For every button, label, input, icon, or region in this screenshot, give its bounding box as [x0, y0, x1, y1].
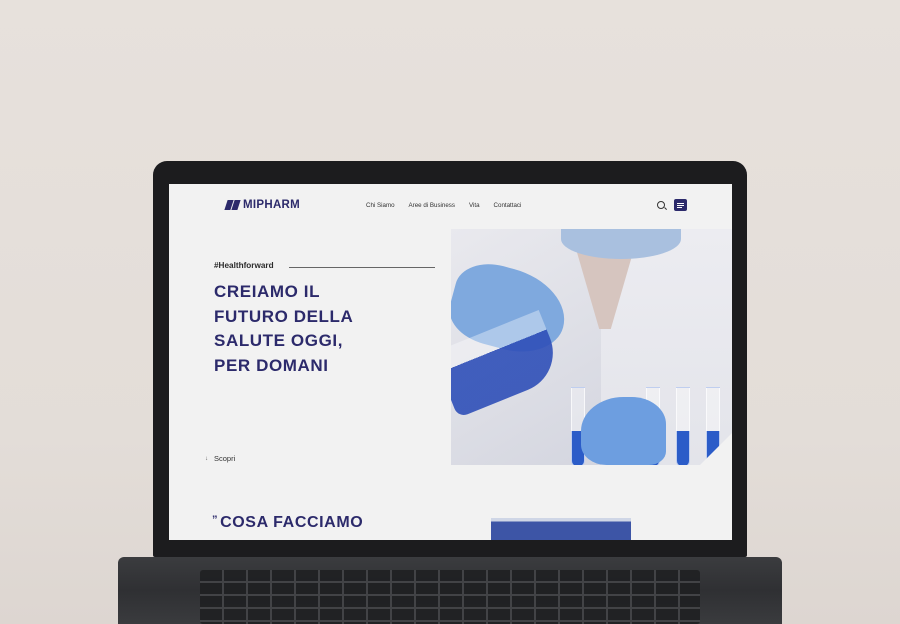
hero-title-line: CREIAMO IL	[214, 282, 321, 301]
section-title-text: COSA FACCIAMO	[220, 514, 364, 531]
laptop-screen: MIPHARM Chi Siamo Aree di Business Vita …	[169, 184, 732, 540]
nav-item-contattaci[interactable]: Contattaci	[494, 202, 522, 209]
scroll-down-label: Scopri	[214, 454, 236, 463]
keyboard	[200, 570, 700, 624]
hero-title: CREIAMO IL FUTURO DELLA SALUTE OGGI, PER…	[214, 280, 424, 378]
nav-item-chi-siamo[interactable]: Chi Siamo	[366, 202, 395, 209]
section-title: ” COSA FACCIAMO	[212, 514, 363, 532]
menu-icon[interactable]	[674, 199, 687, 211]
brand-logo[interactable]: MIPHARM	[224, 199, 301, 211]
search-icon[interactable]	[657, 201, 665, 209]
main-menu: Chi Siamo Aree di Business Vita Contatta…	[366, 202, 521, 209]
top-navigation: MIPHARM Chi Siamo Aree di Business Vita …	[169, 184, 732, 228]
scroll-down-link[interactable]: ↓ Scopri	[205, 454, 235, 463]
hero-hashtag: #Healthforward	[214, 261, 274, 270]
hero-title-line: FUTURO DELLA	[214, 306, 354, 326]
nav-item-aree-di-business[interactable]: Aree di Business	[409, 202, 455, 209]
hashtag-divider	[289, 267, 435, 268]
nav-item-vita[interactable]: Vita	[469, 202, 480, 209]
hero-title-line: SALUTE OGGI,	[214, 331, 344, 350]
hero-title-line: PER DOMANI	[214, 355, 329, 375]
hero-lab-image	[451, 229, 732, 465]
arrow-down-icon: ↓	[205, 455, 208, 462]
section-image	[491, 518, 631, 540]
brand-name: MIPHARM	[243, 199, 301, 211]
logo-mark-icon	[224, 200, 241, 210]
quote-icon: ”	[212, 514, 219, 526]
